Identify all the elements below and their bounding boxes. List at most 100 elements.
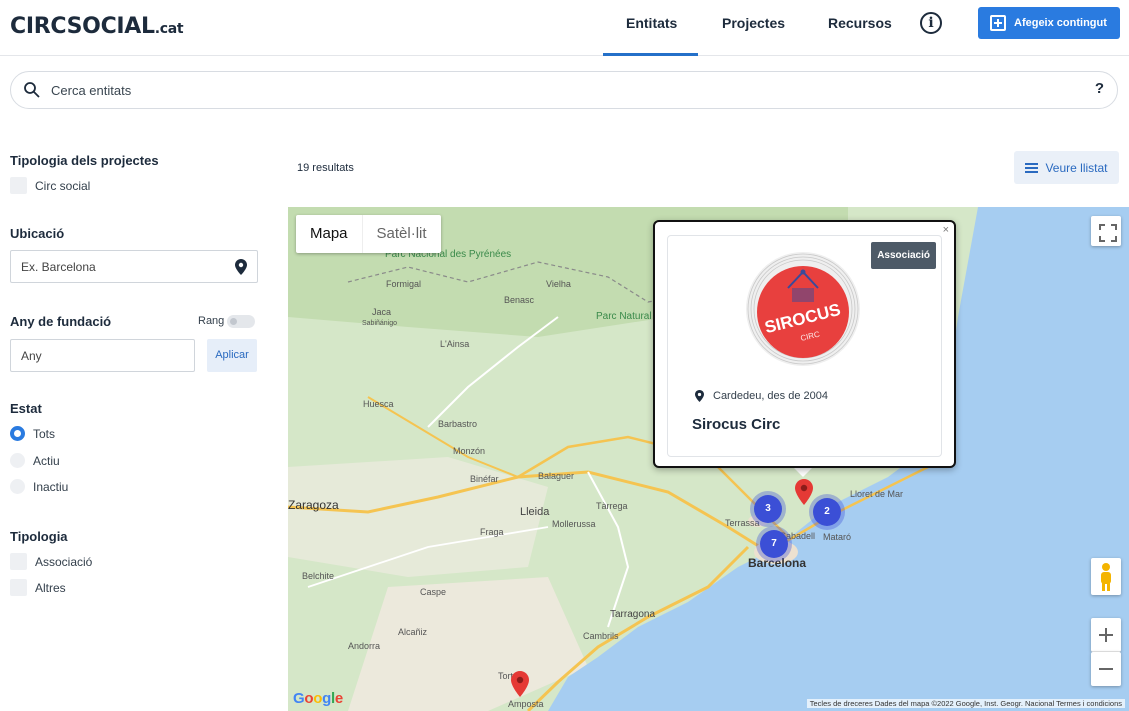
list-icon <box>1025 162 1039 173</box>
zoom-out-button[interactable] <box>1091 652 1121 686</box>
filter-title-ubicacio: Ubicació <box>10 226 65 241</box>
checkbox-label: Circ social <box>35 178 91 193</box>
entity-type-badge: Associació <box>871 242 936 269</box>
add-content-label: Afegeix contingut <box>1014 17 1107 29</box>
logo-main: CIRCSOCIAL <box>10 14 155 39</box>
map-label-balaguer: Balaguer <box>538 471 574 481</box>
map-label-caspe: Caspe <box>420 587 446 597</box>
map-label-mataro: Mataró <box>823 532 851 542</box>
map-label-barcelona: Barcelona <box>748 556 806 570</box>
view-list-button[interactable]: Veure llistat <box>1014 151 1119 184</box>
map-marker-icon[interactable] <box>795 479 813 505</box>
results-count: 19 resultats <box>297 162 354 174</box>
nav-entitats[interactable]: Entitats <box>626 15 677 31</box>
nav-projectes[interactable]: Projectes <box>722 15 785 31</box>
map-label-belchite: Belchite <box>302 571 334 581</box>
fullscreen-button[interactable] <box>1091 216 1121 246</box>
pegman-icon <box>1101 563 1111 591</box>
marker-cluster[interactable]: 7 <box>760 530 788 558</box>
map-type-satellite[interactable]: Satèl·lit <box>361 215 441 253</box>
map-label-barbastro: Barbastro <box>438 419 477 429</box>
checkbox-label: Associació <box>35 554 93 569</box>
map-label-lloret: Lloret de Mar <box>850 489 903 499</box>
radio-label: Actiu <box>33 453 60 468</box>
map-label-formigal: Formigal <box>386 279 421 289</box>
nav-active-indicator <box>603 53 698 56</box>
radio-label: Inactiu <box>33 479 69 494</box>
filter-title-tipologia-projectes: Tipologia dels projectes <box>10 153 159 168</box>
search-help-icon[interactable]: ? <box>1095 80 1104 97</box>
map-label-jaca: Jaca <box>372 307 391 317</box>
map-label-vielha: Vielha <box>546 279 571 289</box>
add-box-icon <box>990 15 1006 31</box>
location-pin-icon <box>695 390 704 402</box>
marker-cluster[interactable]: 3 <box>754 495 782 523</box>
map-label-ainsa: L'Ainsa <box>440 339 469 349</box>
map-label-fraga: Fraga <box>480 527 504 537</box>
map-label-benasc: Benasc <box>504 295 535 305</box>
map-label-mollerussa: Mollerussa <box>552 519 596 529</box>
year-placeholder: Any <box>21 349 42 363</box>
close-icon[interactable]: × <box>943 224 949 236</box>
street-view-pegman[interactable] <box>1091 558 1121 595</box>
radio-actiu[interactable]: Actiu <box>10 453 60 468</box>
map-marker-icon[interactable] <box>511 671 529 697</box>
map-attribution[interactable]: Tecles de dreceres Dades del mapa ©2022 … <box>806 699 1125 708</box>
location-placeholder: Ex. Barcelona <box>21 260 96 274</box>
map-label-amposta: Amposta <box>508 699 544 709</box>
radio-label: Tots <box>33 426 56 441</box>
radio-button-selected[interactable] <box>10 426 25 441</box>
location-pin-icon <box>235 259 247 275</box>
logo-tld: .cat <box>154 21 184 37</box>
info-icon[interactable]: i <box>920 12 942 34</box>
view-list-label: Veure llistat <box>1045 160 1108 175</box>
nav-recursos[interactable]: Recursos <box>828 15 892 31</box>
map-label-lleida: Lleida <box>520 506 550 518</box>
radio-button[interactable] <box>10 479 25 494</box>
map-type-control: Mapa Satèl·lit <box>296 215 441 253</box>
filter-title-estat: Estat <box>10 401 42 416</box>
apply-button[interactable]: Aplicar <box>207 339 257 372</box>
search-icon <box>24 82 40 98</box>
map-label-cambrils: Cambrils <box>583 631 619 641</box>
checkbox-altres[interactable]: Altres <box>10 579 66 596</box>
map-label-alcaniz: Alcañiz <box>398 627 428 637</box>
filter-title-tipologia: Tipologia <box>10 529 68 544</box>
map-label-monzon: Monzón <box>453 446 485 456</box>
map-label-terrassa: Terrassa <box>725 518 760 528</box>
checkbox-label: Altres <box>35 580 66 595</box>
range-toggle[interactable] <box>227 315 255 328</box>
site-logo[interactable]: CIRCSOCIAL.cat <box>10 14 184 39</box>
entity-name[interactable]: Sirocus Circ <box>692 416 780 433</box>
checkbox-box[interactable] <box>10 553 27 570</box>
info-popup: × Associació SIROCUS CIRC Cardedeu, des … <box>653 220 956 468</box>
map-label-binefar: Binéfar <box>470 474 499 484</box>
entity-location-text: Cardedeu, des de 2004 <box>713 390 828 402</box>
location-field[interactable]: Ex. Barcelona <box>10 250 258 283</box>
map[interactable]: Barcelona Lleida Tarragona Terrassa Saba… <box>288 207 1129 711</box>
search-bar: ? <box>10 71 1118 109</box>
radio-inactiu[interactable]: Inactiu <box>10 479 68 494</box>
map-label-huesca: Huesca <box>363 399 394 409</box>
entity-card[interactable]: Associació SIROCUS CIRC Cardedeu, des de <box>667 235 942 457</box>
year-field[interactable]: Any <box>10 339 195 372</box>
marker-cluster[interactable]: 2 <box>813 498 841 526</box>
map-label-zaragoza: Zaragoza <box>288 498 339 512</box>
map-label-andorra: Andorra <box>348 641 380 651</box>
range-label: Rang <box>198 315 225 327</box>
map-type-map[interactable]: Mapa <box>296 215 362 253</box>
add-content-button[interactable]: Afegeix contingut <box>978 7 1120 39</box>
google-logo: Google <box>293 690 343 707</box>
radio-button[interactable] <box>10 453 25 468</box>
radio-tots[interactable]: Tots <box>10 426 55 441</box>
popup-tail <box>793 467 813 477</box>
checkbox-circ-social[interactable]: Circ social <box>10 177 90 194</box>
sirocus-logo-icon: SIROCUS CIRC <box>746 252 860 366</box>
checkbox-associacio[interactable]: Associació <box>10 553 92 570</box>
search-input[interactable] <box>51 80 1051 100</box>
header: CIRCSOCIAL.cat Entitats Projectes Recurs… <box>0 0 1129 56</box>
map-label-tarragona: Tarragona <box>610 609 655 620</box>
zoom-in-button[interactable] <box>1091 618 1121 652</box>
checkbox-box[interactable] <box>10 177 27 194</box>
checkbox-box[interactable] <box>10 579 27 596</box>
